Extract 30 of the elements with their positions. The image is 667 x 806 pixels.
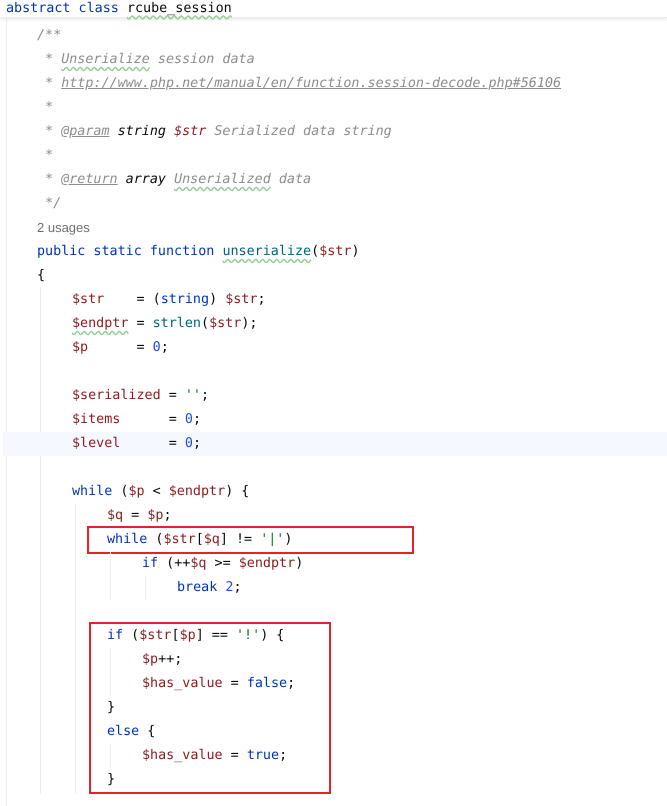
code-line: $endptr = strlen($str);	[72, 315, 258, 333]
code-line: $items = 0;	[72, 411, 202, 429]
doc-comment-line: *	[44, 99, 54, 117]
code-line: $str = (string) $str;	[72, 291, 266, 309]
code-line: public static function unserialize($str)	[37, 243, 360, 261]
code-line: }	[107, 771, 116, 789]
link[interactable]: http://www.php.net/manual/en/function.session-decode.php#56106	[61, 76, 562, 91]
doc-comment-line: */	[44, 195, 62, 213]
code-line: $q = $p;	[107, 507, 172, 525]
doc-comment-line: * @return array Unserialized data	[44, 171, 312, 189]
code-line: break 2;	[177, 579, 242, 597]
doc-comment-line: * @param string $str Serialized data string	[44, 123, 393, 141]
code-line: else {	[107, 723, 156, 741]
code-line: $p++;	[142, 651, 184, 669]
doc-comment-line: * Unserialize session data	[44, 51, 256, 69]
code-line: }	[107, 699, 116, 717]
code-line: $p = 0;	[72, 339, 170, 357]
code-line: $serialized = '';	[72, 387, 210, 405]
doc-comment-line: *	[44, 147, 54, 165]
code-line: {	[37, 267, 46, 285]
usages-hint[interactable]: 2 usages	[37, 216, 90, 240]
sticky-class-header[interactable]: abstract class rcube_session	[6, 0, 232, 18]
doc-comment-line: /**	[37, 27, 62, 45]
code-line: while ($p < $endptr) {	[72, 483, 250, 501]
code-line: $has_value = true;	[142, 747, 288, 765]
code-line: while ($str[$q] != '|')	[107, 531, 292, 549]
code-line: $has_value = false;	[142, 675, 296, 693]
code-line: if (++$q >= $endptr)	[142, 555, 304, 573]
doc-comment-line: * http://www.php.net/manual/en/function.session-decode.php#56106	[44, 75, 562, 93]
code-line: if ($str[$p] == '!') {	[107, 627, 286, 645]
